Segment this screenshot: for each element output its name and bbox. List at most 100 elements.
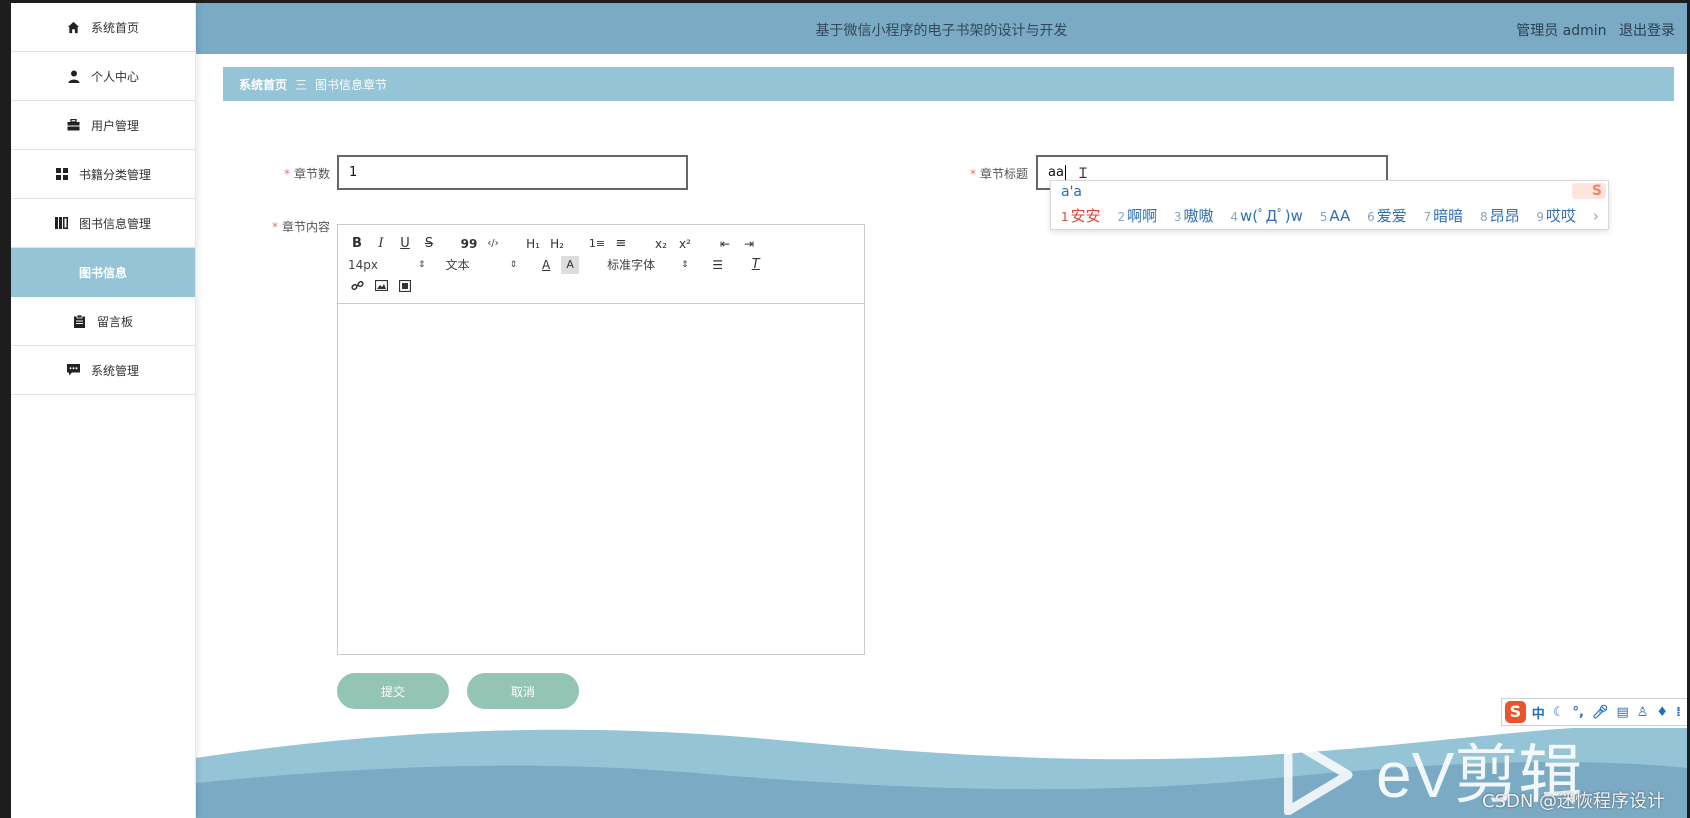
required-mark: * [271, 220, 278, 234]
punctuation-icon[interactable]: °, [1572, 705, 1583, 720]
select-caret-icon: ⇕ [509, 259, 518, 270]
ime-candidate[interactable]: 5 AA [1320, 207, 1351, 225]
header1-button[interactable]: H₁ [524, 235, 542, 253]
sidebar-item-users[interactable]: 用户管理 [11, 101, 195, 150]
subscript-button[interactable]: x₂ [652, 235, 670, 253]
user-area: 管理员 admin 退出登录 [1508, 20, 1675, 40]
keyboard-icon[interactable]: ▤ [1616, 705, 1628, 720]
image-icon[interactable] [372, 277, 390, 295]
cancel-button[interactable]: 取消 [467, 673, 579, 709]
chapter-content-label: * 章节内容 [271, 220, 330, 234]
breadcrumb-current: 图书信息章节 [315, 77, 388, 92]
chapter-title-label: * 章节标题 [969, 167, 1028, 181]
link-icon[interactable] [348, 277, 366, 295]
ordered-list-button[interactable]: 1≡ [588, 235, 606, 253]
sidebar-item-label: 系统管理 [90, 363, 139, 378]
sidebar-item-book-category[interactable]: 书籍分类管理 [11, 150, 195, 199]
sidebar-item-label: 图书信息 [78, 266, 127, 280]
ime-pinyin-text: a'a [1061, 184, 1083, 200]
ime-candidate[interactable]: 9 哎哎 [1536, 207, 1576, 225]
required-mark: * [283, 167, 290, 181]
logout-link[interactable]: 退出登录 [1619, 23, 1675, 39]
user-icon [67, 69, 81, 83]
video-icon[interactable] [396, 277, 414, 295]
text-cursor [1064, 164, 1066, 181]
breadcrumb: 系统首页 三 图书信息章节 [223, 67, 1674, 101]
user-icon[interactable]: ♙ [1637, 705, 1649, 720]
header2-button[interactable]: H₂ [548, 235, 566, 253]
font-family-select[interactable]: 标准字体 ⇕ [607, 256, 689, 273]
csdn-watermark: CSDN @迷恢程序设计 [1482, 791, 1666, 812]
ime-candidate-window: a'a S 1 安安 2 啊啊 3 嗷嗷 4 w(ﾟДﾟ)w 5 AA 6 爱爱 7 暗暗 8… [1050, 180, 1609, 230]
font-size-select[interactable]: 14px ⇕ [348, 258, 426, 272]
background-color-icon[interactable]: A [561, 255, 580, 274]
sogou-logo-icon: S [1572, 183, 1606, 199]
clipboard-icon [73, 314, 87, 328]
user-label: 管理员 admin [1516, 23, 1607, 39]
chapter-title-value: aa [1048, 165, 1064, 180]
microphone-icon[interactable]: 🎤︎ [1592, 705, 1609, 720]
editor-content-area[interactable] [338, 304, 864, 654]
breadcrumb-home[interactable]: 系统首页 [239, 76, 287, 93]
chat-icon [67, 363, 81, 377]
ime-status-bar: S 中 ☾ °, 🎤︎ ▤ ♙ ♦ ⁞ [1501, 698, 1690, 726]
italic-button[interactable]: I [372, 235, 390, 253]
ime-candidate[interactable]: 2 啊啊 [1117, 207, 1157, 225]
left-frame [0, 0, 11, 818]
app-window: 基于微信小程序的电子书架的设计与开发 管理员 admin 退出登录 系统首页 个… [0, 0, 1690, 818]
briefcase-icon [67, 118, 81, 132]
chapter-number-input[interactable]: 1 [337, 155, 688, 190]
strike-button[interactable]: S [420, 235, 438, 253]
home-icon [67, 20, 81, 34]
sidebar-item-system[interactable]: 系统管理 [11, 346, 195, 395]
submit-button[interactable]: 提交 [337, 673, 449, 709]
ime-candidate[interactable]: 7 暗暗 [1424, 207, 1464, 225]
system-title: 基于微信小程序的电子书架的设计与开发 [815, 23, 1068, 39]
top-header: 基于微信小程序的电子书架的设计与开发 管理员 admin 退出登录 [196, 3, 1687, 54]
sidebar-item-label: 图书信息管理 [78, 216, 151, 231]
sidebar: 系统首页 个人中心 用户管理 书籍分类管理 图书信息管理 图书信息 留言板 系统… [11, 3, 196, 818]
sidebar-item-label: 系统首页 [90, 20, 139, 35]
underline-button[interactable]: U [396, 235, 414, 253]
ime-candidate[interactable]: 8 昂昂 [1480, 207, 1520, 225]
bold-button[interactable]: B [348, 235, 366, 253]
paragraph-select[interactable]: 文本 ⇕ [446, 256, 518, 273]
sidebar-item-label: 个人中心 [90, 69, 139, 84]
select-caret-icon: ⇕ [681, 259, 689, 270]
required-mark: * [969, 167, 976, 181]
grid-icon [55, 167, 69, 181]
sidebar-item-home[interactable]: 系统首页 [11, 3, 195, 52]
superscript-button[interactable]: x² [676, 235, 694, 253]
sidebar-item-book-info-manage[interactable]: 图书信息管理 [11, 199, 195, 248]
sidebar-item-profile[interactable]: 个人中心 [11, 52, 195, 101]
ime-mode-toggle[interactable]: 中 [1532, 703, 1545, 722]
bullet-list-button[interactable]: ≡ [612, 235, 630, 253]
moon-icon[interactable]: ☾ [1553, 705, 1565, 720]
sogou-icon[interactable]: S [1505, 701, 1526, 723]
chapter-number-value: 1 [349, 165, 358, 180]
blockquote-button[interactable]: 99 [460, 235, 478, 253]
sidebar-item-message-board[interactable]: 留言板 [11, 297, 195, 346]
ime-candidate[interactable]: 3 嗷嗷 [1174, 207, 1214, 225]
select-caret-icon: ⇕ [418, 259, 426, 270]
ime-candidate[interactable]: 6 爱爱 [1367, 207, 1407, 225]
ime-candidate[interactable]: 4 w(ﾟДﾟ)w [1230, 207, 1303, 225]
outdent-button[interactable]: ⇤ [716, 235, 734, 253]
sidebar-item-label: 用户管理 [90, 118, 139, 133]
font-color-icon[interactable]: A [537, 256, 555, 274]
clear-format-icon[interactable]: T [747, 256, 765, 274]
indent-button[interactable]: ⇥ [740, 235, 758, 253]
align-icon[interactable]: ☰ [709, 256, 727, 274]
book-icon [55, 216, 69, 230]
ime-candidate-list: 1 安安 2 啊啊 3 嗷嗷 4 w(ﾟДﾟ)w 5 AA 6 爱爱 7 暗暗 8 昂昂 9 哎哎… [1061, 205, 1599, 226]
ime-candidate[interactable]: 1 安安 [1061, 207, 1101, 225]
sidebar-item-label: 书籍分类管理 [78, 167, 151, 182]
chapter-number-label: * 章节数 [283, 167, 330, 181]
ime-next-page-icon[interactable]: › [1593, 207, 1599, 225]
rich-text-editor: B I U S 99 ‹/› H₁ H₂ 1≡ ≡ x₂ x² ⇤ ⇥ 14px… [337, 224, 865, 655]
shirt-icon[interactable]: ♦ [1656, 705, 1668, 720]
breadcrumb-separator: 三 [295, 77, 308, 92]
sidebar-item-book-info[interactable]: 图书信息 [11, 248, 195, 297]
code-block-button[interactable]: ‹/› [484, 235, 502, 253]
grid-icon[interactable]: ⁞ [1676, 705, 1681, 720]
